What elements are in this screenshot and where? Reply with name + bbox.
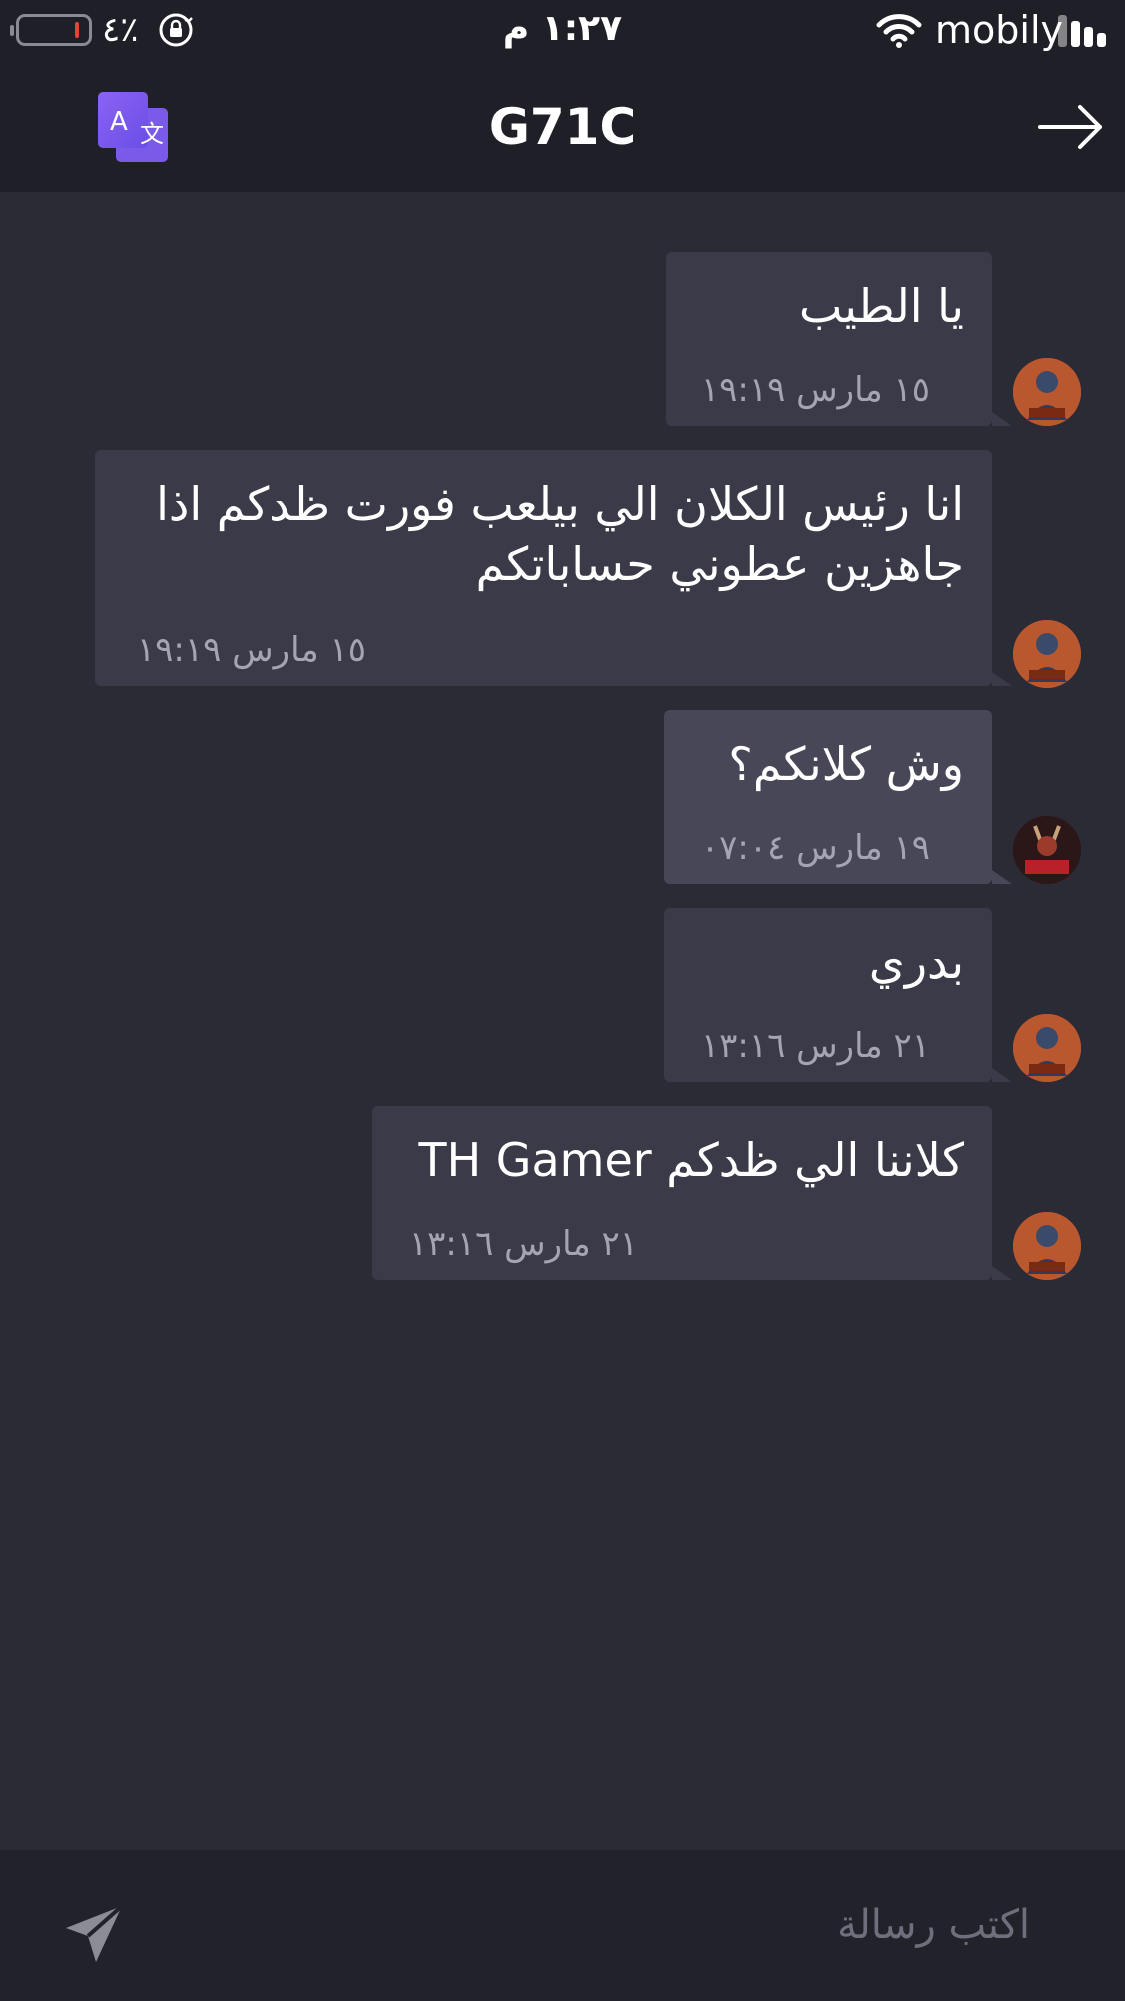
carrier-name: mobily [935, 8, 1063, 52]
message-time: ١٥ مارس ١٩:١٩ [136, 630, 366, 670]
avatar[interactable] [1013, 620, 1081, 688]
message-text: وش كلانكم؟ [728, 737, 964, 791]
message-composer [0, 1850, 1125, 2001]
message-bubble[interactable]: يا الطيب ١٥ مارس ١٩:١٩ [666, 252, 1012, 426]
message-row: بدري ٢١ مارس ١٣:١٦ [0, 908, 1125, 1082]
message-row: يا الطيب ١٥ مارس ١٩:١٩ [0, 252, 1125, 426]
message-time: ٢١ مارس ١٣:١٦ [700, 1026, 930, 1066]
message-bubble[interactable]: كلاننا الي ظدكم TH Gamer ٢١ مارس ١٣:١٦ [372, 1106, 1012, 1280]
message-input[interactable] [160, 1890, 1030, 1960]
wifi-icon [876, 14, 922, 48]
avatar[interactable] [1013, 816, 1081, 884]
message-text: يا الطيب [798, 279, 964, 333]
message-row: انا رئيس الكلان الي بيلعب فورت ظدكم اذا … [0, 450, 1125, 688]
message-bubble[interactable]: بدري ٢١ مارس ١٣:١٦ [664, 908, 1012, 1082]
message-time: ١٩ مارس ٠٧:٠٤ [700, 828, 930, 868]
chat-title: G71C [488, 98, 637, 156]
message-time: ١٥ مارس ١٩:١٩ [700, 370, 930, 410]
message-row: وش كلانكم؟ ١٩ مارس ٠٧:٠٤ [0, 710, 1125, 884]
message-time: ٢١ مارس ١٣:١٦ [408, 1224, 638, 1264]
message-text: كلاننا الي ظدكم TH Gamer [418, 1133, 965, 1187]
chat-header: A 文 G71C [0, 62, 1125, 192]
back-arrow-icon[interactable] [1036, 100, 1106, 154]
message-bubble[interactable]: وش كلانكم؟ ١٩ مارس ٠٧:٠٤ [664, 710, 1012, 884]
avatar[interactable] [1013, 1212, 1081, 1280]
message-text: انا رئيس الكلان الي بيلعب فورت ظدكم اذا … [156, 477, 964, 591]
signal-icon [1058, 15, 1108, 47]
message-text: بدري [868, 935, 964, 989]
avatar[interactable] [1013, 1014, 1081, 1082]
avatar[interactable] [1013, 358, 1081, 426]
send-icon[interactable] [62, 1902, 126, 1966]
message-row: كلاننا الي ظدكم TH Gamer ٢١ مارس ١٣:١٦ [0, 1106, 1125, 1280]
message-bubble[interactable]: انا رئيس الكلان الي بيلعب فورت ظدكم اذا … [95, 450, 1012, 686]
status-bar: ٤٪ ١:٢٧ م mobily [0, 0, 1125, 62]
